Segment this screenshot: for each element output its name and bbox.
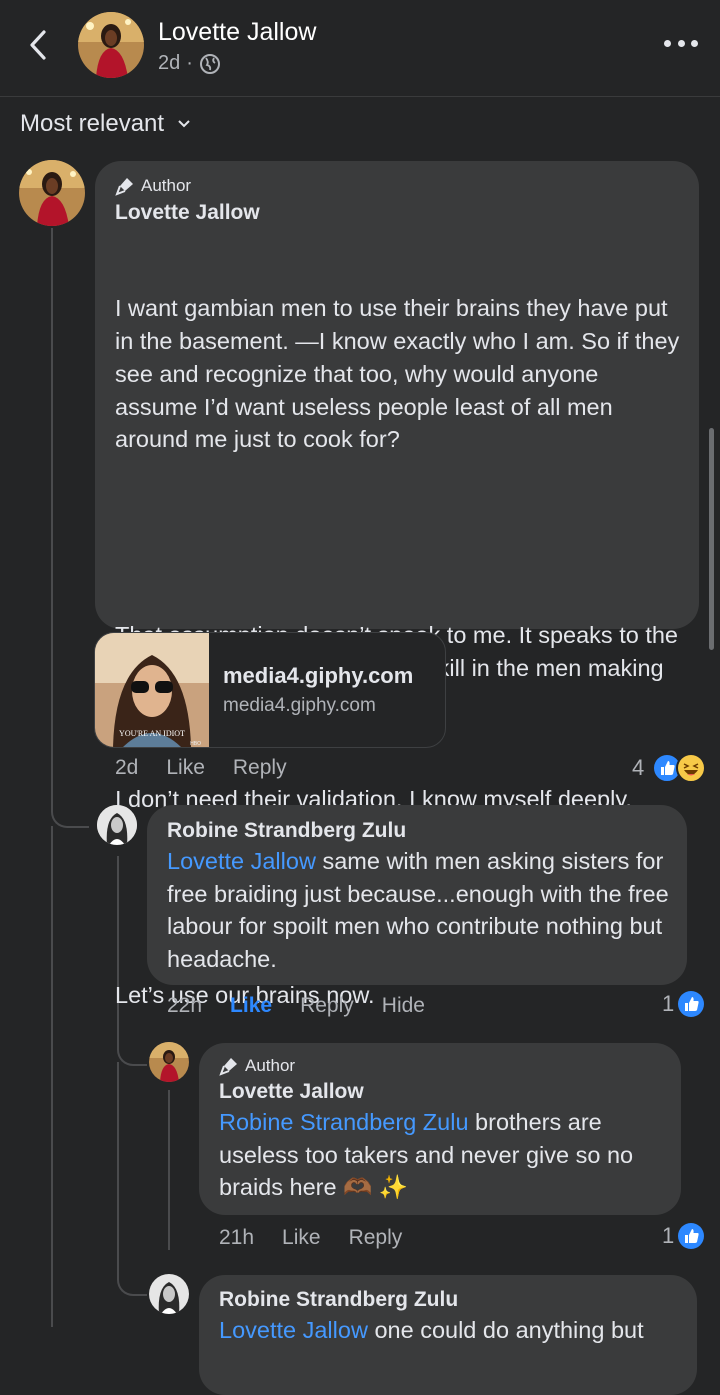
mention-link[interactable]: Lovette Jallow (219, 1317, 368, 1343)
reaction-count: 1 (662, 991, 675, 1016)
microphone-icon (219, 1058, 237, 1076)
avatar[interactable] (78, 12, 144, 78)
post-time: 2d (158, 52, 181, 74)
post-meta: 2d · (158, 52, 221, 75)
thread-line (51, 228, 53, 800)
reaction-count: 1 (662, 1223, 675, 1248)
reply-button[interactable]: Reply (300, 994, 354, 1018)
comment-time: 2d (115, 756, 139, 779)
chevron-down-icon (178, 120, 190, 128)
avatar[interactable] (19, 160, 85, 226)
comment-text: Lovette Jallow one could do anything but (219, 1314, 689, 1347)
comment-text: Lovette Jallow same with men asking sist… (167, 845, 677, 976)
link-domain: media4.giphy.com (223, 695, 376, 716)
thread-connector (117, 1262, 147, 1296)
commenter-name[interactable]: Robine Strandberg Zulu (167, 819, 677, 843)
like-button[interactable]: Like (282, 1226, 321, 1250)
comment-actions: 2d Like Reply (115, 756, 315, 780)
author-badge-label: Author (245, 1056, 296, 1075)
reply-button[interactable]: Reply (349, 1226, 403, 1250)
more-horizontal-icon[interactable] (664, 40, 698, 50)
comment-paragraph: I want gambian men to use their brains t… (115, 295, 686, 453)
sort-label: Most relevant (20, 110, 165, 137)
sort-dropdown[interactable]: Most relevant (20, 110, 190, 138)
author-badge: Author (115, 176, 687, 196)
avatar[interactable] (97, 805, 137, 845)
author-badge-label: Author (141, 176, 192, 195)
laugh-icon (676, 753, 707, 783)
reaction-summary[interactable]: 1 (662, 991, 705, 1017)
thread-line (51, 826, 53, 1327)
thread-line (168, 1090, 170, 1250)
commenter-name[interactable]: Lovette Jallow (219, 1080, 675, 1104)
reaction-count: 4 (632, 755, 645, 780)
post-header: Lovette Jallow 2d · (0, 0, 720, 97)
gif-watermark: HBO (190, 741, 201, 747)
avatar[interactable] (149, 1042, 189, 1082)
comment-text: Robine Strandberg Zulu brothers are usel… (219, 1106, 675, 1204)
comment-bubble[interactable]: Robine Strandberg Zulu Lovette Jallow on… (199, 1275, 697, 1395)
chevron-left-icon[interactable] (26, 28, 54, 62)
like-button[interactable]: Like (166, 756, 205, 780)
comment-bubble[interactable]: Author Lovette Jallow Robine Strandberg … (199, 1043, 681, 1215)
hide-button[interactable]: Hide (382, 994, 425, 1018)
like-button[interactable]: Like (230, 994, 272, 1018)
reaction-summary[interactable]: 1 (662, 1223, 705, 1249)
gif-thumbnail: YOU'RE AN IDIOT HBO (95, 633, 209, 747)
thread-line (117, 1062, 119, 1272)
link-preview[interactable]: YOU'RE AN IDIOT HBO media4.giphy.com med… (94, 632, 446, 748)
comment-time: 21h (219, 1226, 255, 1249)
scrollbar[interactable] (709, 428, 714, 650)
link-title: media4.giphy.com (223, 663, 414, 688)
comment-bubble[interactable]: Author Lovette Jallow I want gambian men… (95, 161, 699, 1008)
comment-bubble[interactable]: Robine Strandberg Zulu Lovette Jallow sa… (147, 805, 687, 985)
gif-caption: YOU'RE AN IDIOT (119, 729, 185, 738)
avatar[interactable] (149, 1274, 189, 1314)
comment-body: one could do anything but (367, 1317, 644, 1343)
reaction-summary[interactable]: 4 (632, 753, 707, 783)
author-badge: Author (219, 1056, 675, 1076)
commenter-name[interactable]: Robine Strandberg Zulu (219, 1288, 689, 1312)
comment-actions: 21h Like Reply (219, 1226, 430, 1250)
comment-time: 22h (167, 994, 203, 1017)
thread-connector (51, 790, 89, 828)
reply-button[interactable]: Reply (233, 756, 287, 780)
post-author-name[interactable]: Lovette Jallow (158, 18, 316, 47)
like-icon (678, 1223, 705, 1249)
mention-link[interactable]: Robine Strandberg Zulu (219, 1109, 469, 1135)
microphone-icon (115, 178, 133, 196)
comment-actions: 22h Like Reply Hide (167, 994, 453, 1018)
like-icon (678, 991, 705, 1017)
commenter-name[interactable]: Lovette Jallow (115, 201, 687, 225)
mention-link[interactable]: Lovette Jallow (167, 848, 316, 874)
meta-separator: · (186, 52, 193, 74)
globe-icon (199, 53, 220, 74)
